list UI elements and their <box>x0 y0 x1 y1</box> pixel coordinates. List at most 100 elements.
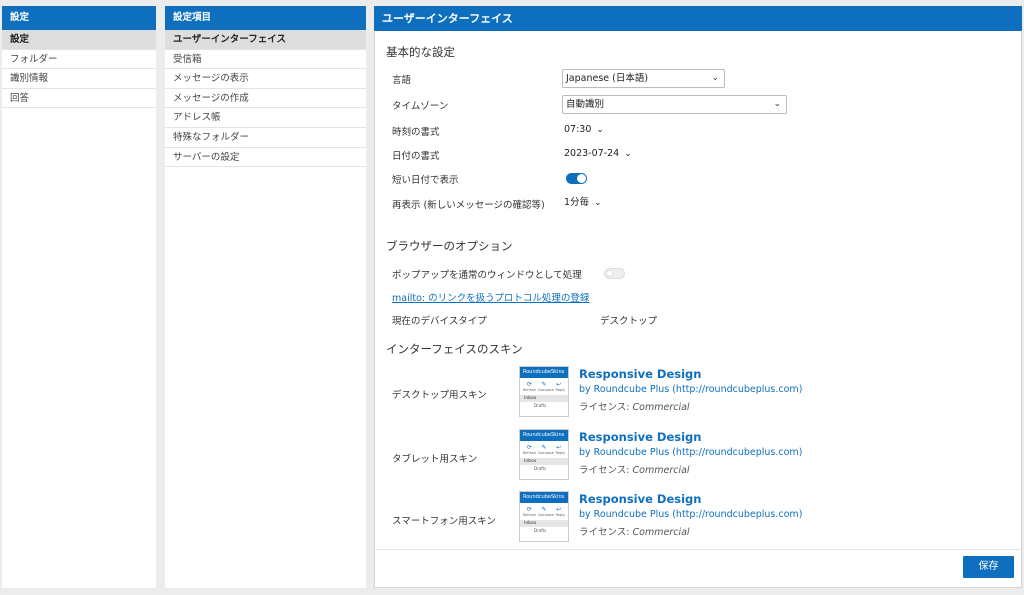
settings-panel-header: 設定 <box>2 6 156 30</box>
thumb-header: RoundcubeSkins <box>520 367 568 378</box>
thumb-drafts: Drafts <box>534 403 547 408</box>
compose-icon: ✎ <box>541 381 547 388</box>
settings-item-identities[interactable]: 識別情報 <box>2 69 156 89</box>
time-format-select[interactable]: 07:30 ⌄ <box>564 121 604 139</box>
phone-skin-label: スマートフォン用スキン <box>392 516 496 527</box>
section-item-server-settings[interactable]: サーバーの設定 <box>165 148 366 168</box>
thumb-inbox: Inbox <box>520 395 568 402</box>
refresh-icon: ⟳ <box>526 444 532 451</box>
thumb-reply-label: Reply <box>555 513 566 517</box>
license-label: ライセンス: <box>579 402 630 413</box>
license-value: Commercial <box>632 402 690 413</box>
timezone-select[interactable]: 自動識別 ⌄ <box>562 95 787 114</box>
settings-item-folders[interactable]: フォルダー <box>2 50 156 70</box>
tablet-skin-thumbnail[interactable]: RoundcubeSkins ⟳ ✎ ↩ Refresh Compose Reply I… <box>519 429 569 480</box>
date-format-label: 日付の書式 <box>392 151 440 162</box>
section-item-mailbox-view[interactable]: 受信箱 <box>165 50 366 70</box>
device-type-value: デスクトップ <box>600 316 658 327</box>
thumb-reply-label: Reply <box>555 388 566 392</box>
popup-toggle[interactable] <box>604 268 625 279</box>
refresh-icon: ⟳ <box>526 381 532 388</box>
license-label: ライセンス: <box>579 465 630 476</box>
phone-skin-name[interactable]: Responsive Design <box>579 492 701 506</box>
thumb-refresh-label: Refresh <box>522 388 536 392</box>
phone-skin-license: ライセンス: Commercial <box>579 524 690 538</box>
chevron-down-icon: ⌄ <box>594 198 602 208</box>
date-format-select[interactable]: 2023-07-24 ⌄ <box>564 145 632 163</box>
date-format-select-value: 2023-07-24 <box>564 148 620 159</box>
thumb-refresh-label: Refresh <box>522 451 536 455</box>
section-title-browser: ブラウザーのオプション <box>386 239 513 253</box>
thumb-drafts: Drafts <box>534 528 547 533</box>
timezone-label: タイムゾーン <box>392 101 449 112</box>
toggle-knob <box>606 270 613 277</box>
popup-label: ポップアップを通常のウィンドウとして処理 <box>392 270 582 281</box>
chevron-down-icon: ⌄ <box>596 125 604 135</box>
tablet-skin-name[interactable]: Responsive Design <box>579 430 701 444</box>
refresh-label: 再表示 (新しいメッセージの確認等) <box>392 200 545 211</box>
chevron-down-icon: ⌄ <box>624 149 632 159</box>
license-label: ライセンス: <box>579 527 630 538</box>
section-item-user-interface[interactable]: ユーザーインターフェイス <box>165 30 366 50</box>
toggle-knob <box>577 174 586 183</box>
license-value: Commercial <box>632 527 690 538</box>
thumb-drafts: Drafts <box>534 466 547 471</box>
thumb-header: RoundcubeSkins <box>520 430 568 441</box>
settings-panel: 設定 設定 フォルダー 識別情報 回答 <box>2 6 156 588</box>
section-item-special-folders[interactable]: 特殊なフォルダー <box>165 128 366 148</box>
section-item-contacts[interactable]: アドレス帳 <box>165 108 366 128</box>
time-format-label: 時刻の書式 <box>392 127 440 138</box>
tablet-skin-label: タブレット用スキン <box>392 454 478 465</box>
tablet-skin-license: ライセンス: Commercial <box>579 462 690 476</box>
tablet-skin-author[interactable]: by Roundcube Plus (http://roundcubeplus.… <box>579 447 802 458</box>
license-value: Commercial <box>632 465 690 476</box>
chevron-down-icon: ⌄ <box>711 73 719 83</box>
section-item-displaying-messages[interactable]: メッセージの表示 <box>165 69 366 89</box>
language-select-value: Japanese (日本語) <box>566 73 649 84</box>
reply-icon: ↩ <box>556 506 562 513</box>
thumb-header: RoundcubeSkins <box>520 492 568 503</box>
sections-panel: 設定項目 ユーザーインターフェイス 受信箱 メッセージの表示 メッセージの作成 … <box>165 6 366 588</box>
form-footer: 保存 <box>375 549 1021 587</box>
thumb-inbox: Inbox <box>520 520 568 527</box>
refresh-icon: ⟳ <box>526 506 532 513</box>
desktop-skin-label: デスクトップ用スキン <box>392 390 487 401</box>
desktop-skin-thumbnail[interactable]: RoundcubeSkins ⟳ ✎ ↩ Refresh Compose Reply I… <box>519 366 569 417</box>
section-title-skins: インターフェイスのスキン <box>386 342 523 356</box>
preferences-panel-header: ユーザーインターフェイス <box>374 6 1022 31</box>
thumb-compose-label: Compose <box>537 388 554 392</box>
preferences-panel: ユーザーインターフェイス 基本的な設定 言語 Japanese (日本語) ⌄ … <box>374 6 1022 588</box>
settings-item-responses[interactable]: 回答 <box>2 89 156 109</box>
save-button[interactable]: 保存 <box>963 556 1014 578</box>
device-type-label: 現在のデバイスタイプ <box>392 316 487 327</box>
language-label: 言語 <box>392 75 412 86</box>
thumb-inbox: Inbox <box>520 458 568 465</box>
desktop-skin-license: ライセンス: Commercial <box>579 399 690 413</box>
desktop-skin-author[interactable]: by Roundcube Plus (http://roundcubeplus.… <box>579 384 802 395</box>
phone-skin-author[interactable]: by Roundcube Plus (http://roundcubeplus.… <box>579 509 802 520</box>
thumb-compose-label: Compose <box>537 451 554 455</box>
chevron-down-icon: ⌄ <box>773 99 781 109</box>
time-format-select-value: 07:30 <box>564 124 592 135</box>
preferences-form: 基本的な設定 言語 Japanese (日本語) ⌄ タイムゾーン 自動識別 ⌄… <box>375 31 1021 549</box>
reply-icon: ↩ <box>556 444 562 451</box>
section-title-basic: 基本的な設定 <box>386 45 455 59</box>
pretty-date-toggle[interactable] <box>566 173 587 184</box>
desktop-skin-name[interactable]: Responsive Design <box>579 367 701 381</box>
mailto-handler-link[interactable]: mailto: のリンクを扱うプロトコル処理の登録 <box>392 290 589 304</box>
pretty-date-label: 短い日付で表示 <box>392 175 459 186</box>
section-item-composing-messages[interactable]: メッセージの作成 <box>165 89 366 109</box>
phone-skin-thumbnail[interactable]: RoundcubeSkins ⟳ ✎ ↩ Refresh Compose Reply I… <box>519 491 569 542</box>
timezone-select-value: 自動識別 <box>566 99 605 110</box>
thumb-refresh-label: Refresh <box>522 513 536 517</box>
refresh-interval-select-value: 1分毎 <box>564 197 590 208</box>
refresh-interval-select[interactable]: 1分毎 ⌄ <box>564 194 602 212</box>
sections-panel-header: 設定項目 <box>165 6 366 30</box>
thumb-compose-label: Compose <box>537 513 554 517</box>
compose-icon: ✎ <box>541 444 547 451</box>
thumb-reply-label: Reply <box>555 451 566 455</box>
reply-icon: ↩ <box>556 381 562 388</box>
compose-icon: ✎ <box>541 506 547 513</box>
settings-item-settings[interactable]: 設定 <box>2 30 156 50</box>
language-select[interactable]: Japanese (日本語) ⌄ <box>562 69 725 88</box>
